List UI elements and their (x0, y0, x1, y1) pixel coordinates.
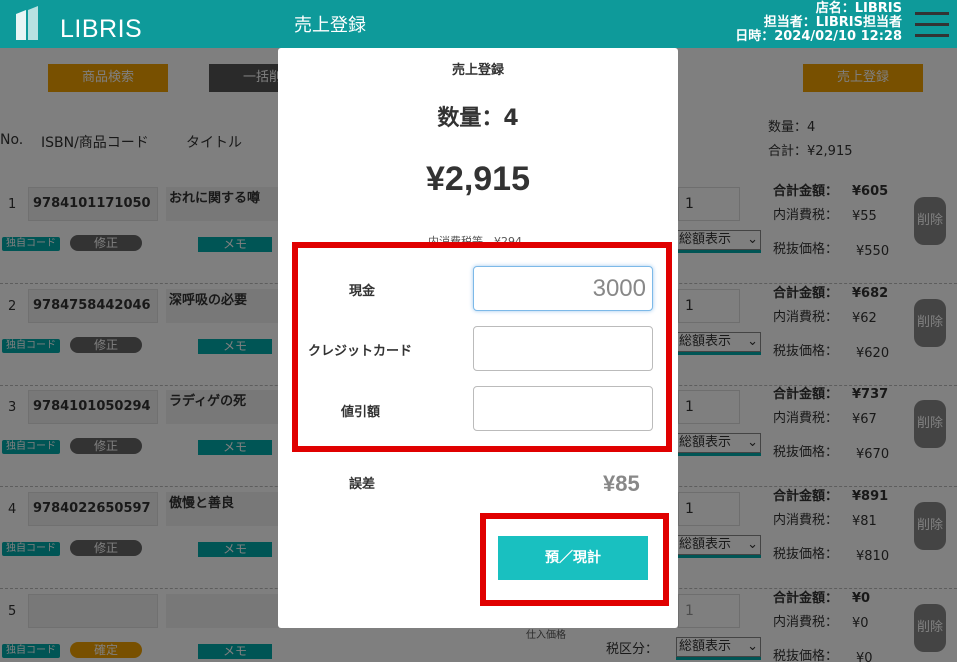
store-name: 店名：LIBRIS (815, 1, 902, 16)
hamburger-menu-icon[interactable] (915, 12, 949, 42)
page-title: 売上登録 (294, 15, 366, 36)
checkout-button-highlight (480, 513, 669, 606)
libris-logo: LIBRIS (14, 6, 142, 43)
header-info: 店名：LIBRIS 担当者：LIBRIS担当者 日時：2024/02/10 12… (735, 2, 902, 44)
modal-title: 売上登録 (451, 63, 504, 78)
datetime: 日時：2024/02/10 12:28 (735, 29, 902, 44)
error-label: 誤差 (349, 477, 376, 492)
modal-total: ¥2,915 (426, 160, 530, 198)
brand-name: LIBRIS (60, 15, 143, 43)
staff-name: 担当者：LIBRIS担当者 (763, 15, 902, 30)
error-value: ¥85 (603, 471, 640, 496)
app-header: LIBRIS 売上登録 店名：LIBRIS 担当者：LIBRIS担当者 日時：2… (0, 0, 957, 48)
modal-quantity: 数量：4 (437, 106, 519, 131)
book-logo-icon (16, 6, 38, 40)
payment-inputs-highlight (292, 242, 672, 452)
